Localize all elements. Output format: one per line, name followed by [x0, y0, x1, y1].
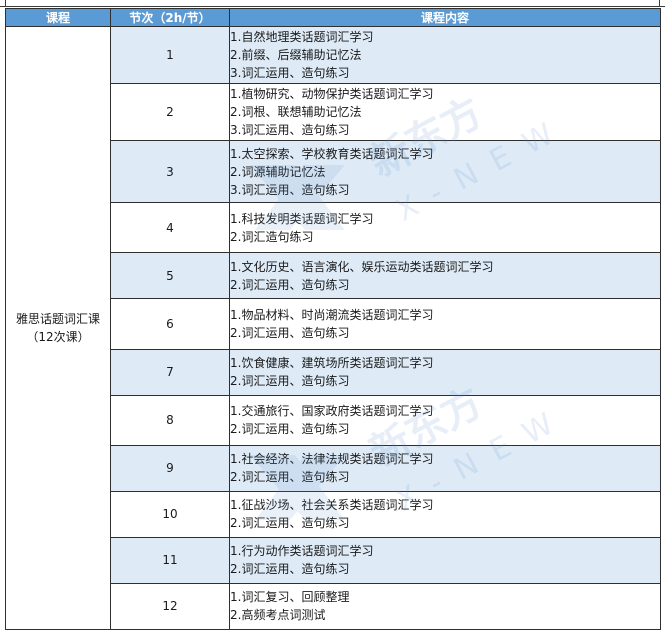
- course-table: 课程 节次（2h/节） 课程内容 雅思话题词汇课 （12次课） 1 1.自然地理类话题…: [5, 8, 661, 631]
- content-line: 1.交通旅行、国家政府类话题词汇学习: [230, 404, 434, 419]
- content-line: 3.词汇运用、造句练习: [230, 66, 350, 81]
- content-line: 1.征战沙场、社会关系类话题词汇学习: [230, 498, 434, 513]
- header-content: 课程内容: [229, 8, 661, 27]
- content-line: 1.植物研究、动物保护类话题词汇学习: [230, 87, 434, 102]
- content-line: 1.社会经济、法律法规类话题词汇学习: [230, 452, 434, 467]
- session-number: 3: [110, 140, 230, 204]
- session-number: 11: [110, 536, 230, 584]
- session-content: 1.自然地理类话题词汇学习 2.前缀、后缀辅助记忆法 3.词汇运用、造句练习: [229, 25, 661, 85]
- top-strip: [0, 0, 665, 7]
- session-number: 4: [110, 202, 230, 254]
- content-line: 2.词汇运用、造句练习: [230, 422, 350, 437]
- session-number: 5: [110, 252, 230, 300]
- content-line: 2.词汇运用、造句练习: [230, 516, 350, 531]
- session-content: 1.植物研究、动物保护类话题词汇学习 2.词根、联想辅助记忆法 3.词汇运用、造句练…: [229, 83, 661, 142]
- table-body: 雅思话题词汇课 （12次课） 1 1.自然地理类话题词汇学习 2.前缀、后缀辅助记忆法 3…: [5, 25, 661, 631]
- session-content: 1.饮食健康、建筑场所类话题词汇学习 2.词汇运用、造句练习: [229, 348, 661, 396]
- content-line: 2.词根、联想辅助记忆法: [230, 105, 362, 120]
- session-number: 10: [110, 490, 230, 538]
- session-number: 6: [110, 298, 230, 350]
- content-line: 1.科技发明类话题词汇学习: [230, 211, 374, 226]
- content-line: 2.词汇造句练习: [230, 229, 314, 244]
- content-line: 2.词汇运用、造句练习: [230, 325, 350, 340]
- content-line: 1.行为动作类话题词汇学习: [230, 544, 374, 559]
- course-name-cell: 雅思话题词汇课 （12次课）: [5, 26, 111, 630]
- content-line: 1.自然地理类话题词汇学习: [230, 30, 374, 45]
- content-line: 2.前缀、后缀辅助记忆法: [230, 48, 362, 63]
- session-content: 1.征战沙场、社会关系类话题词汇学习 2.词汇运用、造句练习: [229, 490, 661, 538]
- content-line: 2.词汇运用、造句练习: [230, 470, 350, 485]
- session-content: 1.太空探索、学校教育类话题词汇学习 2.词源辅助记忆法 3.词汇运用、造句练习: [229, 140, 661, 204]
- content-line: 1.词汇复习、回顾整理: [230, 590, 350, 605]
- header-row: 课程 节次（2h/节） 课程内容: [5, 8, 661, 27]
- table-row: 雅思话题词汇课 （12次课） 1 1.自然地理类话题词汇学习 2.前缀、后缀辅助记忆法 3…: [5, 25, 661, 630]
- header-session: 节次（2h/节）: [110, 8, 230, 27]
- session-content: 1.交通旅行、国家政府类话题词汇学习 2.词汇运用、造句练习: [229, 394, 661, 446]
- session-number: 2: [110, 83, 230, 142]
- session-number: 9: [110, 444, 230, 492]
- content-line: 3.词汇运用、造句练习: [230, 123, 350, 138]
- content-line: 2.词源辅助记忆法: [230, 164, 326, 179]
- top-strip-right-border: [659, 0, 660, 7]
- course-count: （12次课）: [26, 330, 90, 344]
- session-content: 1.文化历史、语言演化、娱乐运动类话题词汇学习 2.词汇运用、造句练习: [229, 252, 661, 300]
- content-line: 2.高频考点词测试: [230, 608, 326, 623]
- content-line: 2.词汇运用、造句练习: [230, 562, 350, 577]
- content-line: 2.词汇运用、造句练习: [230, 277, 350, 292]
- session-content: 1.科技发明类话题词汇学习 2.词汇造句练习: [229, 202, 661, 254]
- content-line: 1.文化历史、语言演化、娱乐运动类话题词汇学习: [230, 259, 494, 274]
- course-name: 雅思话题词汇课: [15, 312, 100, 326]
- content-line: 1.物品材料、时尚潮流类话题词汇学习: [230, 307, 434, 322]
- session-number: 7: [110, 348, 230, 396]
- content-line: 3.词汇运用、造句练习: [230, 182, 350, 197]
- session-content: 1.行为动作类话题词汇学习 2.词汇运用、造句练习: [229, 536, 661, 584]
- session-content: 1.社会经济、法律法规类话题词汇学习 2.词汇运用、造句练习: [229, 444, 661, 492]
- top-strip-left-border: [5, 0, 6, 7]
- session-number: 1: [110, 25, 230, 85]
- session-number: 8: [110, 394, 230, 446]
- content-line: 1.太空探索、学校教育类话题词汇学习: [230, 146, 434, 161]
- content-line: 2.词汇运用、造句练习: [230, 374, 350, 389]
- session-number: 12: [110, 582, 230, 631]
- header-course: 课程: [5, 8, 111, 27]
- content-line: 1.饮食健康、建筑场所类话题词汇学习: [230, 356, 434, 371]
- session-content: 1.词汇复习、回顾整理 2.高频考点词测试: [229, 582, 661, 631]
- session-content: 1.物品材料、时尚潮流类话题词汇学习 2.词汇运用、造句练习: [229, 298, 661, 350]
